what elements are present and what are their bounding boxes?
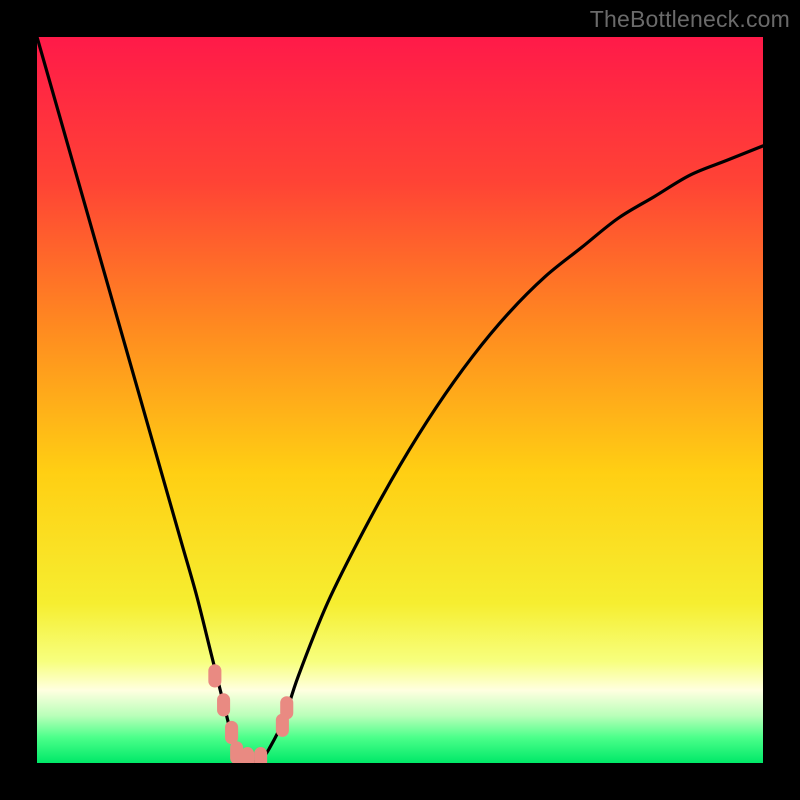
- bottleneck-curve: [37, 37, 763, 763]
- curve-marker: [241, 747, 254, 763]
- curve-marker: [225, 721, 238, 744]
- curve-marker: [254, 747, 267, 763]
- chart-frame: TheBottleneck.com: [0, 0, 800, 800]
- curve-marker: [208, 664, 221, 687]
- curve-marker: [280, 696, 293, 719]
- plot-area: [37, 37, 763, 763]
- curve-marker: [217, 693, 230, 716]
- watermark-text: TheBottleneck.com: [590, 6, 790, 33]
